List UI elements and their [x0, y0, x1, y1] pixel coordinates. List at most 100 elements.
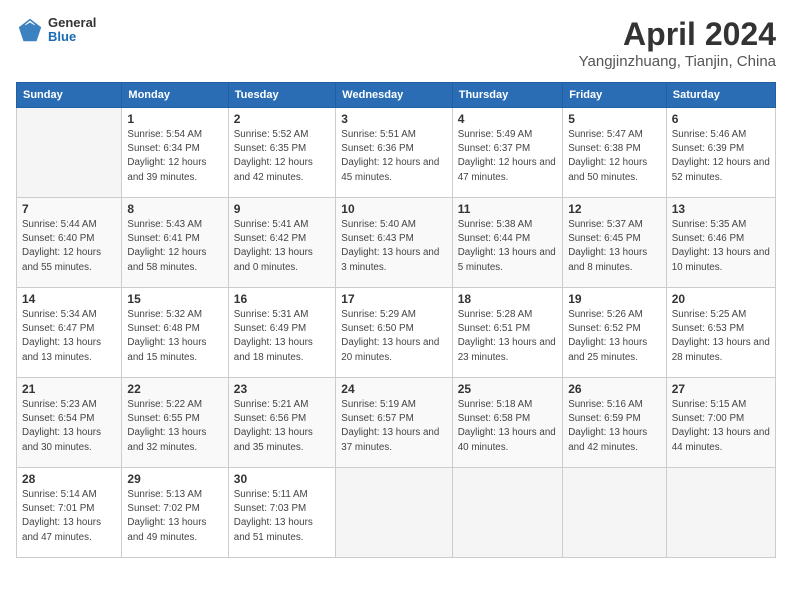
calendar-cell-5-3: 30 Sunrise: 5:11 AMSunset: 7:03 PMDayligh…: [228, 468, 336, 558]
day-number: 27: [672, 382, 770, 396]
day-number: 17: [341, 292, 446, 306]
day-number: 15: [127, 292, 222, 306]
day-number: 11: [458, 202, 557, 216]
logo-blue-text: Blue: [48, 30, 96, 44]
header-monday: Monday: [122, 83, 228, 108]
day-info: Sunrise: 5:23 AMSunset: 6:54 PMDaylight:…: [22, 399, 101, 453]
day-info: Sunrise: 5:47 AMSunset: 6:38 PMDaylight:…: [568, 129, 647, 183]
calendar-cell-3-7: 20Sunrise: 5:25 AMSunset: 6:53 PMDayligh…: [666, 288, 775, 378]
day-info: Sunrise: 5:35 AMSunset: 6:46 PMDaylight:…: [672, 219, 770, 273]
calendar-cell-2-3: 9 Sunrise: 5:41 AMSunset: 6:42 PMDaylight…: [228, 198, 336, 288]
day-number: 30: [234, 472, 331, 486]
month-title: April 2024: [579, 16, 776, 53]
day-info: Sunrise: 5:16 AMSunset: 6:59 PMDaylight:…: [568, 399, 647, 453]
logo-icon: [16, 16, 44, 44]
day-info: Sunrise: 5:15 AMSunset: 7:00 PMDaylight:…: [672, 399, 770, 453]
calendar-cell-1-2: 1 Sunrise: 5:54 AMSunset: 6:34 PMDaylight…: [122, 108, 228, 198]
day-number: 23: [234, 382, 331, 396]
day-info: Sunrise: 5:32 AMSunset: 6:48 PMDaylight:…: [127, 309, 206, 363]
calendar-cell-5-6: [563, 468, 667, 558]
calendar-cell-1-7: 6Sunrise: 5:46 AMSunset: 6:39 PMDaylight…: [666, 108, 775, 198]
weekday-header-row: Sunday Monday Tuesday Wednesday Thursday…: [17, 83, 776, 108]
header-friday: Friday: [563, 83, 667, 108]
week-row-2: 7 Sunrise: 5:44 AMSunset: 6:40 PMDaylight…: [17, 198, 776, 288]
calendar-cell-4-7: 27 Sunrise: 5:15 AMSunset: 7:00 PMDayligh…: [666, 378, 775, 468]
calendar-cell-4-6: 26 Sunrise: 5:16 AMSunset: 6:59 PMDayligh…: [563, 378, 667, 468]
logo: General Blue: [16, 16, 96, 45]
calendar-cell-1-5: 4 Sunrise: 5:49 AMSunset: 6:37 PMDaylight…: [452, 108, 562, 198]
day-info: Sunrise: 5:44 AMSunset: 6:40 PMDaylight:…: [22, 219, 101, 273]
day-number: 24: [341, 382, 446, 396]
calendar-cell-1-3: 2 Sunrise: 5:52 AMSunset: 6:35 PMDaylight…: [228, 108, 336, 198]
day-info: Sunrise: 5:13 AMSunset: 7:02 PMDaylight:…: [127, 489, 206, 543]
day-number: 9: [234, 202, 331, 216]
logo-general-text: General: [48, 16, 96, 30]
calendar-cell-1-1: [17, 108, 122, 198]
title-section: April 2024 Yangjinzhuang, Tianjin, China: [579, 16, 776, 70]
calendar-cell-5-1: 28 Sunrise: 5:14 AMSunset: 7:01 PMDayligh…: [17, 468, 122, 558]
calendar-cell-2-5: 11Sunrise: 5:38 AMSunset: 6:44 PMDayligh…: [452, 198, 562, 288]
day-info: Sunrise: 5:11 AMSunset: 7:03 PMDaylight:…: [234, 489, 313, 543]
page-header: General Blue April 2024 Yangjinzhuang, T…: [16, 16, 776, 70]
calendar-cell-3-1: 14Sunrise: 5:34 AMSunset: 6:47 PMDayligh…: [17, 288, 122, 378]
day-info: Sunrise: 5:52 AMSunset: 6:35 PMDaylight:…: [234, 129, 313, 183]
calendar-cell-1-6: 5 Sunrise: 5:47 AMSunset: 6:38 PMDaylight…: [563, 108, 667, 198]
calendar-cell-4-2: 22 Sunrise: 5:22 AMSunset: 6:55 PMDayligh…: [122, 378, 228, 468]
calendar-cell-1-4: 3Sunrise: 5:51 AMSunset: 6:36 PMDaylight…: [336, 108, 452, 198]
calendar-cell-3-4: 17 Sunrise: 5:29 AMSunset: 6:50 PMDayligh…: [336, 288, 452, 378]
calendar-cell-4-4: 24Sunrise: 5:19 AMSunset: 6:57 PMDayligh…: [336, 378, 452, 468]
day-number: 28: [22, 472, 116, 486]
header-sunday: Sunday: [17, 83, 122, 108]
day-info: Sunrise: 5:43 AMSunset: 6:41 PMDaylight:…: [127, 219, 206, 273]
calendar-cell-2-2: 8 Sunrise: 5:43 AMSunset: 6:41 PMDaylight…: [122, 198, 228, 288]
day-number: 13: [672, 202, 770, 216]
header-wednesday: Wednesday: [336, 83, 452, 108]
day-number: 26: [568, 382, 661, 396]
day-info: Sunrise: 5:51 AMSunset: 6:36 PMDaylight:…: [341, 129, 439, 183]
week-row-5: 28 Sunrise: 5:14 AMSunset: 7:01 PMDayligh…: [17, 468, 776, 558]
day-number: 18: [458, 292, 557, 306]
header-saturday: Saturday: [666, 83, 775, 108]
calendar-cell-4-1: 21 Sunrise: 5:23 AMSunset: 6:54 PMDayligh…: [17, 378, 122, 468]
day-number: 25: [458, 382, 557, 396]
day-info: Sunrise: 5:22 AMSunset: 6:55 PMDaylight:…: [127, 399, 206, 453]
calendar-cell-3-3: 16Sunrise: 5:31 AMSunset: 6:49 PMDayligh…: [228, 288, 336, 378]
calendar-cell-5-5: [452, 468, 562, 558]
day-info: Sunrise: 5:41 AMSunset: 6:42 PMDaylight:…: [234, 219, 313, 273]
calendar-cell-5-2: 29 Sunrise: 5:13 AMSunset: 7:02 PMDayligh…: [122, 468, 228, 558]
day-number: 19: [568, 292, 661, 306]
day-info: Sunrise: 5:28 AMSunset: 6:51 PMDaylight:…: [458, 309, 556, 363]
calendar-cell-3-2: 15 Sunrise: 5:32 AMSunset: 6:48 PMDayligh…: [122, 288, 228, 378]
calendar-cell-3-6: 19 Sunrise: 5:26 AMSunset: 6:52 PMDayligh…: [563, 288, 667, 378]
day-number: 12: [568, 202, 661, 216]
day-number: 21: [22, 382, 116, 396]
day-info: Sunrise: 5:31 AMSunset: 6:49 PMDaylight:…: [234, 309, 313, 363]
day-info: Sunrise: 5:29 AMSunset: 6:50 PMDaylight:…: [341, 309, 439, 363]
week-row-3: 14Sunrise: 5:34 AMSunset: 6:47 PMDayligh…: [17, 288, 776, 378]
day-info: Sunrise: 5:34 AMSunset: 6:47 PMDaylight:…: [22, 309, 101, 363]
day-info: Sunrise: 5:46 AMSunset: 6:39 PMDaylight:…: [672, 129, 770, 183]
day-number: 20: [672, 292, 770, 306]
calendar-table: Sunday Monday Tuesday Wednesday Thursday…: [16, 82, 776, 558]
day-number: 2: [234, 112, 331, 126]
calendar-cell-4-5: 25Sunrise: 5:18 AMSunset: 6:58 PMDayligh…: [452, 378, 562, 468]
day-number: 4: [458, 112, 557, 126]
day-number: 7: [22, 202, 116, 216]
day-info: Sunrise: 5:54 AMSunset: 6:34 PMDaylight:…: [127, 129, 206, 183]
calendar-cell-2-1: 7 Sunrise: 5:44 AMSunset: 6:40 PMDaylight…: [17, 198, 122, 288]
day-number: 5: [568, 112, 661, 126]
calendar-cell-2-6: 12Sunrise: 5:37 AMSunset: 6:45 PMDayligh…: [563, 198, 667, 288]
header-tuesday: Tuesday: [228, 83, 336, 108]
day-number: 10: [341, 202, 446, 216]
day-number: 8: [127, 202, 222, 216]
logo-text: General Blue: [48, 16, 96, 45]
week-row-4: 21 Sunrise: 5:23 AMSunset: 6:54 PMDayligh…: [17, 378, 776, 468]
day-number: 29: [127, 472, 222, 486]
day-info: Sunrise: 5:49 AMSunset: 6:37 PMDaylight:…: [458, 129, 556, 183]
day-info: Sunrise: 5:26 AMSunset: 6:52 PMDaylight:…: [568, 309, 647, 363]
day-number: 22: [127, 382, 222, 396]
calendar-cell-2-7: 13 Sunrise: 5:35 AMSunset: 6:46 PMDayligh…: [666, 198, 775, 288]
day-number: 1: [127, 112, 222, 126]
calendar-cell-4-3: 23Sunrise: 5:21 AMSunset: 6:56 PMDayligh…: [228, 378, 336, 468]
day-info: Sunrise: 5:14 AMSunset: 7:01 PMDaylight:…: [22, 489, 101, 543]
